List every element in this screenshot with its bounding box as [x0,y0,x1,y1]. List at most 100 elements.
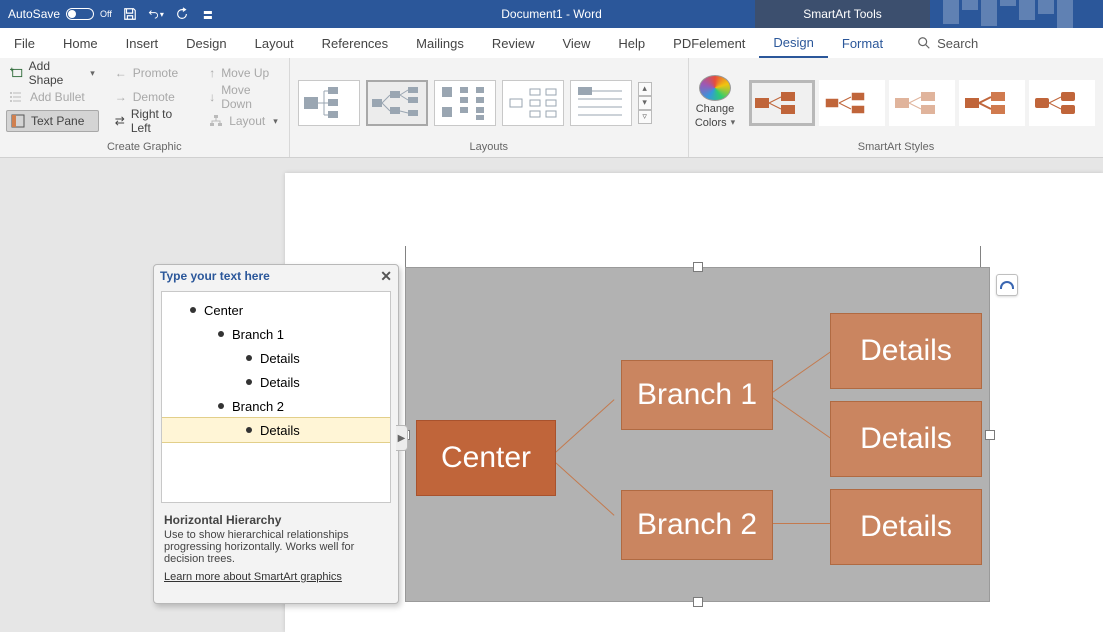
tab-smartart-format[interactable]: Format [828,28,897,58]
demote-arrow-icon: → [115,90,127,104]
layout-button: Layout▾ [205,110,282,132]
desc-title: Horizontal Hierarchy [164,513,388,527]
outline-text: Center [204,303,243,318]
ribbon-tabs: File Home Insert Design Layout Reference… [0,28,1103,58]
node-details-1[interactable]: Details [830,313,982,389]
layout-option-1[interactable] [298,80,360,126]
promote-label: Promote [133,66,178,80]
resize-handle-right[interactable] [985,430,995,440]
layout-option-4[interactable] [502,80,564,126]
gallery-scroll-up[interactable]: ▴ [638,82,652,96]
outline-item-details2[interactable]: Details [162,370,390,394]
gallery-scroll-down[interactable]: ▾ [638,96,652,110]
smartart-object[interactable]: Center Branch 1 Branch 2 Details Details… [405,267,990,602]
tab-view[interactable]: View [548,28,604,58]
move-down-button: ↓ Move Down [205,86,282,108]
move-down-label: Move Down [221,83,278,111]
add-bullet-icon [10,90,24,104]
layout-options-button[interactable] [996,274,1018,296]
text-pane-button[interactable]: Text Pane [6,110,99,132]
redo-icon[interactable] [174,6,190,22]
tab-references[interactable]: References [308,28,402,58]
layout-label: Layout [229,114,265,128]
outline-text: Branch 1 [232,327,284,342]
style-option-3[interactable] [889,80,955,126]
save-icon[interactable] [122,6,138,22]
node-branch2[interactable]: Branch 2 [621,490,773,560]
promote-arrow-icon: ← [115,66,127,80]
contextual-tool-title: SmartArt Tools [755,0,930,28]
undo-icon[interactable]: ▾ [148,6,164,22]
promote-button: ← Promote [111,62,193,84]
text-pane-icon [11,114,25,128]
change-colors-button[interactable]: Change Colors▾ [689,58,741,139]
outline-text: Details [260,375,300,390]
tab-home[interactable]: Home [49,28,112,58]
tell-me-search[interactable]: Search [917,36,978,51]
resize-handle-top[interactable] [693,262,703,272]
tab-file[interactable]: File [0,28,49,58]
document-canvas[interactable]: Center Branch 1 Branch 2 Details Details… [0,158,1103,632]
style-option-1-selected[interactable] [749,80,815,126]
add-shape-label: Add Shape [29,59,83,87]
right-to-left-button[interactable]: ⇄ Right to Left [111,110,193,132]
text-pane-collapse-handle[interactable]: ▶ [396,425,408,451]
autosave-label: AutoSave [8,7,60,21]
style-option-2[interactable] [819,80,885,126]
outline-item-details3-selected[interactable]: Details [162,418,390,442]
text-pane-title: Type your text here [160,269,270,283]
layout-option-3[interactable] [434,80,496,126]
outline-item-branch1[interactable]: Branch 1 [162,322,390,346]
text-pane-label: Text Pane [31,114,84,128]
layout-icon [209,114,223,128]
autosave-toggle[interactable]: AutoSave Off [8,7,112,21]
document-title: Document1 - Word [501,7,601,21]
move-down-icon: ↓ [209,90,215,104]
styles-gallery[interactable] [741,58,1103,139]
node-details-3[interactable]: Details [830,489,982,565]
gallery-more[interactable]: ▿ [638,110,652,124]
smartart-text-pane[interactable]: Type your text here ✕ Center Branch 1 De… [153,264,399,604]
tab-review[interactable]: Review [478,28,549,58]
tab-help[interactable]: Help [604,28,659,58]
tab-mailings[interactable]: Mailings [402,28,478,58]
change-colors-line1: Change [696,103,735,115]
tab-design[interactable]: Design [172,28,240,58]
outline-item-center[interactable]: Center [162,298,390,322]
text-pane-outline[interactable]: Center Branch 1 Details Details Branch 2… [161,291,391,503]
layouts-gallery[interactable]: ▴ ▾ ▿ [290,58,662,139]
autosave-state: Off [100,9,112,19]
ribbon: Add Shape▾ Add Bullet Text Pane ← Promot… [0,58,1103,158]
layout-options-icon [1000,281,1014,289]
style-option-4[interactable] [959,80,1025,126]
node-branch1[interactable]: Branch 1 [621,360,773,430]
text-pane-description: Horizontal Hierarchy Use to show hierarc… [154,507,398,589]
customize-qat-icon[interactable]: 〓 [200,6,216,22]
demote-label: Demote [133,90,175,104]
group-label-create-graphic: Create Graphic [0,139,289,157]
learn-more-link[interactable]: Learn more about SmartArt graphics [164,571,342,583]
demote-button: → Demote [111,86,193,108]
outline-text: Branch 2 [232,399,284,414]
rtl-icon: ⇄ [115,114,125,128]
node-details-2[interactable]: Details [830,401,982,477]
resize-handle-bottom[interactable] [693,597,703,607]
style-option-5[interactable] [1029,80,1095,126]
tab-pdfelement[interactable]: PDFelement [659,28,759,58]
search-icon [917,36,931,50]
add-bullet-button: Add Bullet [6,86,99,108]
move-up-button: ↑ Move Up [205,62,282,84]
tab-insert[interactable]: Insert [112,28,173,58]
group-label-layouts: Layouts [290,139,688,157]
layout-option-2-selected[interactable] [366,80,428,126]
outline-item-details1[interactable]: Details [162,346,390,370]
layout-option-5[interactable] [570,80,632,126]
add-shape-button[interactable]: Add Shape▾ [6,62,99,84]
tab-smartart-design[interactable]: Design [759,28,827,58]
outline-text: Details [260,351,300,366]
node-center[interactable]: Center [416,420,556,496]
outline-item-branch2[interactable]: Branch 2 [162,394,390,418]
text-pane-close-button[interactable]: ✕ [380,268,392,285]
outline-text: Details [260,423,300,438]
tab-layout[interactable]: Layout [241,28,308,58]
